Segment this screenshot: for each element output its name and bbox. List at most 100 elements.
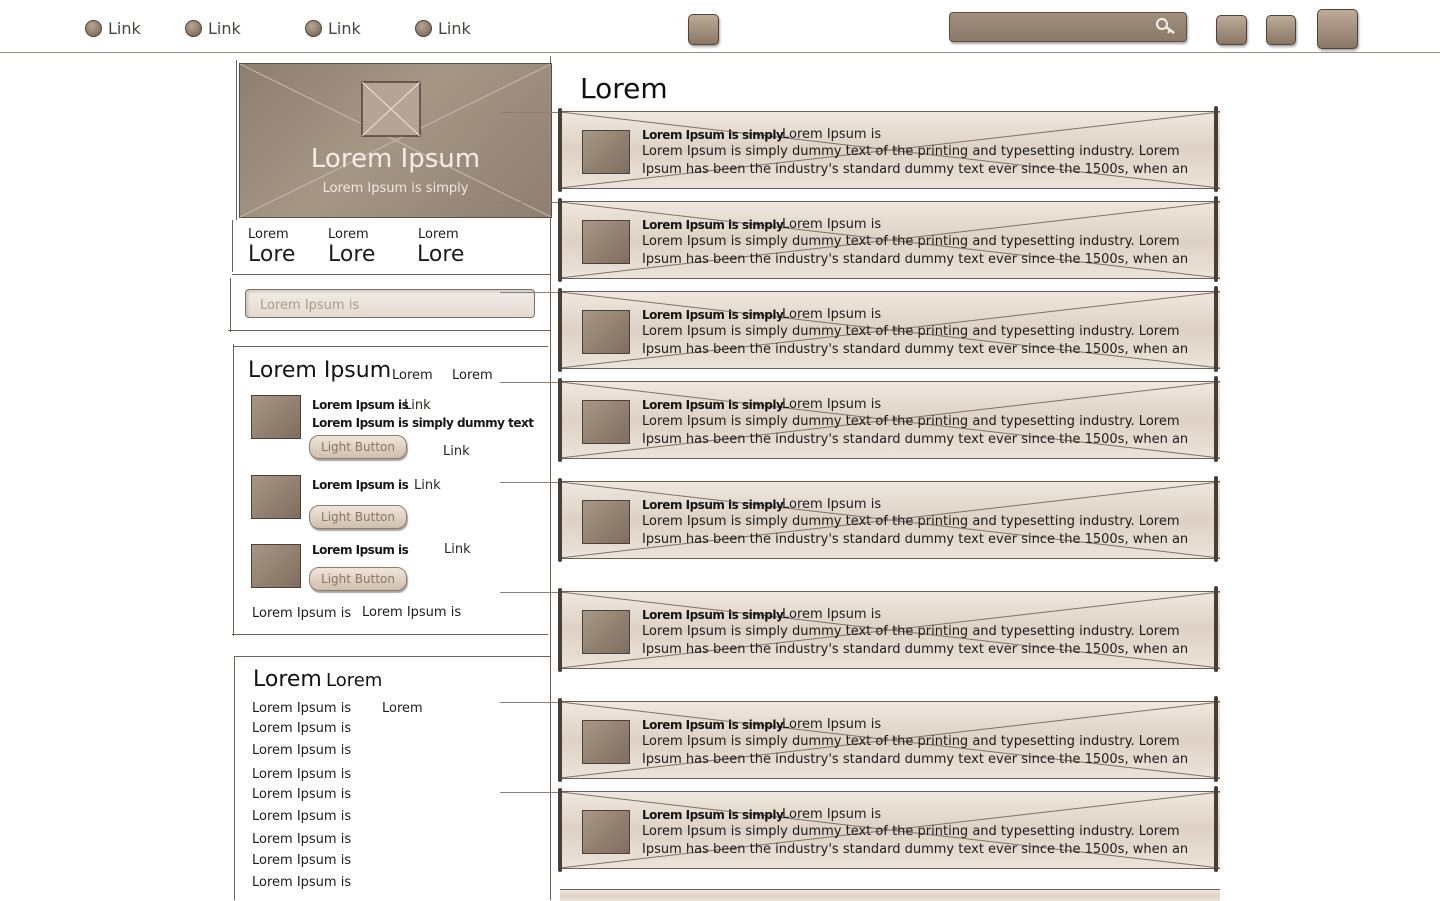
header-search-input[interactable] [956, 16, 1150, 40]
sidebar-search-input[interactable] [258, 294, 522, 316]
feed-card[interactable]: Lorem Ipsum is simply Lorem Ipsum is Lorem… [500, 106, 1220, 192]
feed-card[interactable]: Lorem Ipsum is simply Lorem Ipsum is Lorem… [500, 696, 1220, 782]
list-item[interactable]: Lorem Ipsum is [252, 853, 351, 868]
list-item[interactable]: Lorem Ipsum is [252, 787, 351, 802]
feed-card[interactable]: Lorem Ipsum is simply Lorem Ipsum is Lorem… [500, 786, 1220, 872]
card-body-line: Ipsum has been the industry's standard d… [642, 532, 1189, 547]
image-placeholder-icon [582, 130, 630, 174]
card-right-edge [1214, 786, 1218, 872]
feed-card[interactable]: Lorem Ipsum is simply Lorem Ipsum is Lorem… [500, 196, 1220, 282]
header-button-1[interactable] [1216, 15, 1247, 45]
list-item[interactable]: Lorem Ipsum is [252, 832, 351, 847]
center-nav-button[interactable] [688, 14, 719, 45]
card-body-line: Lorem Ipsum is simply dummy text of the … [642, 234, 1180, 249]
light-button[interactable]: Light Button [309, 567, 407, 591]
nav-link-label: Link [108, 18, 141, 38]
card-body-line: Lorem Ipsum is simply dummy text of the … [642, 414, 1180, 429]
card-connector [500, 112, 560, 113]
feed-card[interactable] [560, 889, 1220, 901]
list-item[interactable]: Lorem Ipsum is [252, 875, 351, 890]
list-item[interactable]: Lorem Ipsum is [252, 721, 351, 736]
card-heading: Lorem Ipsum is simply [642, 218, 784, 232]
card-right-edge [1214, 106, 1218, 192]
section-tab[interactable]: Lorem [392, 368, 433, 383]
list-item-title: Lorem Ipsum is [312, 478, 409, 492]
nav-link-4[interactable]: Link [415, 17, 471, 39]
card-subheading: Lorem Ipsum is [782, 127, 882, 142]
card-body: Lorem Ipsum is simply dummy text of the … [642, 143, 1202, 179]
list-item[interactable]: Lorem Ipsum is [252, 743, 351, 758]
section-title: Lorem [253, 667, 322, 692]
card-body-line: Lorem Ipsum is simply dummy text of the … [642, 144, 1180, 159]
card-body-line: Lorem Ipsum is simply dummy text of the … [642, 824, 1180, 839]
card-left-edge [558, 698, 562, 782]
card-body-line: Ipsum has been the industry's standard d… [642, 252, 1189, 267]
card-body: Lorem Ipsum is simply dummy text of the … [642, 513, 1202, 549]
sidebar-search[interactable] [245, 289, 535, 318]
image-placeholder-icon [251, 475, 301, 519]
card-subheading: Lorem Ipsum is [782, 717, 882, 732]
card-left-edge [558, 198, 562, 282]
card-left-edge [558, 288, 562, 372]
card-subheading: Lorem Ipsum is [782, 307, 882, 322]
hero-banner: Lorem Ipsum Lorem Ipsum is simply [239, 63, 552, 218]
card-body: Lorem Ipsum is simply dummy text of the … [642, 323, 1202, 359]
light-button[interactable]: Light Button [309, 505, 407, 529]
header-search[interactable] [949, 12, 1187, 42]
sidebar-left-border [233, 344, 234, 636]
nav-link-label: Link [208, 18, 241, 38]
circle-bullet-icon [85, 19, 102, 37]
card-heading: Lorem Ipsum is simply [642, 808, 784, 822]
nav-link-1[interactable]: Link [85, 17, 141, 39]
card-body-line: Ipsum has been the industry's standard d… [642, 642, 1189, 657]
list-item-link[interactable]: Link [404, 398, 431, 413]
card-body-line: Lorem Ipsum is simply dummy text of the … [642, 734, 1180, 749]
list-item-link[interactable]: Link [414, 478, 441, 493]
feed-card[interactable]: Lorem Ipsum is simply Lorem Ipsum is Lorem… [500, 286, 1220, 372]
card-left-edge [558, 788, 562, 872]
card-heading: Lorem Ipsum is simply [642, 308, 784, 322]
image-placeholder-icon [582, 310, 630, 354]
list-item[interactable]: Lorem Ipsum is [252, 767, 351, 782]
card-subheading: Lorem Ipsum is [782, 217, 882, 232]
key-search-icon[interactable] [1155, 17, 1177, 37]
card-heading: Lorem Ipsum is simply [642, 128, 784, 142]
card-subheading: Lorem Ipsum is [782, 497, 882, 512]
light-button[interactable]: Light Button [309, 435, 407, 459]
section-title-suffix: Lorem [326, 670, 383, 691]
card-subheading: Lorem Ipsum is [782, 807, 882, 822]
sidebar-divider [234, 346, 548, 347]
card-right-edge [1214, 196, 1218, 282]
section-tab[interactable]: Lorem [452, 368, 493, 383]
card-body-line: Ipsum has been the industry's standard d… [642, 842, 1189, 857]
image-placeholder-icon [582, 400, 630, 444]
header-button-2[interactable] [1266, 15, 1296, 45]
feed-card[interactable]: Lorem Ipsum is simply Lorem Ipsum is Lorem… [500, 586, 1220, 672]
nav-link-2[interactable]: Link [185, 17, 241, 39]
list-item[interactable]: Lorem Ipsum is [252, 701, 351, 716]
feed-card[interactable]: Lorem Ipsum is simply Lorem Ipsum is Lorem… [500, 476, 1220, 562]
nav-link-3[interactable]: Link [305, 17, 361, 39]
main-title: Lorem [580, 72, 668, 105]
card-body-line: Lorem Ipsum is simply dummy text of the … [642, 324, 1180, 339]
card-heading: Lorem Ipsum is simply [642, 718, 784, 732]
list-item-link[interactable]: Link [444, 542, 471, 557]
image-placeholder-icon [582, 220, 630, 264]
image-placeholder-icon [251, 395, 301, 439]
list-item[interactable]: Lorem Ipsum is [252, 809, 351, 824]
card-left-edge [558, 588, 562, 672]
card-right-edge [1214, 286, 1218, 372]
card-right-edge [1214, 586, 1218, 672]
card-body-line: Lorem Ipsum is simply dummy text of the … [642, 514, 1180, 529]
nav-link-label: Link [438, 18, 471, 38]
sidebar-left-border [232, 220, 233, 272]
feed-card[interactable]: Lorem Ipsum is simply Lorem Ipsum is Lorem… [500, 376, 1220, 462]
card-connector [500, 292, 560, 293]
list-item-link[interactable]: Link [443, 444, 470, 459]
card-heading: Lorem Ipsum is simply [642, 498, 784, 512]
card-right-edge [1214, 696, 1218, 782]
header-button-3[interactable] [1317, 9, 1358, 49]
image-placeholder-icon [582, 720, 630, 764]
card-connector [500, 382, 560, 383]
section-title: Lorem Ipsum [248, 358, 392, 383]
